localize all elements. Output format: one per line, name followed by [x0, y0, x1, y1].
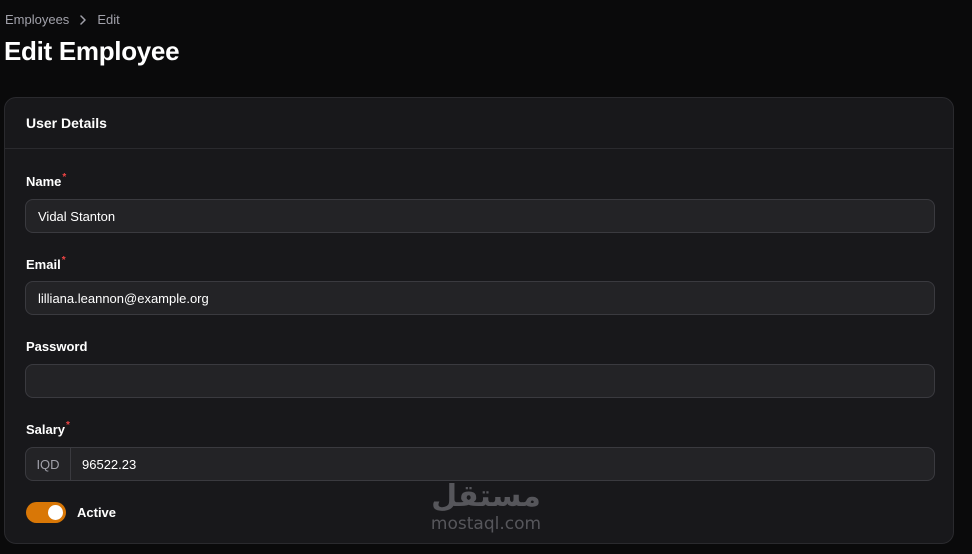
active-toggle[interactable] [26, 502, 66, 523]
toggle-knob [48, 505, 63, 520]
salary-required-marker: * [66, 420, 70, 431]
active-toggle-row: Active [26, 502, 116, 523]
email-input[interactable] [25, 281, 935, 315]
name-label: Name* [26, 172, 67, 189]
salary-label: Salary* [26, 420, 70, 437]
salary-input[interactable] [71, 448, 934, 480]
name-required-marker: * [62, 172, 67, 183]
breadcrumb-current: Edit [97, 12, 120, 27]
salary-label-text: Salary [26, 422, 66, 437]
currency-prefix: IQD [26, 448, 71, 480]
chevron-right-icon [79, 14, 87, 25]
name-input[interactable] [25, 199, 935, 233]
email-label-text: Email [26, 257, 61, 272]
salary-field: IQD [25, 447, 935, 481]
password-label: Password [26, 339, 88, 354]
user-details-card: User Details Name* Email* Password Salar… [4, 97, 954, 544]
card-header: User Details [5, 98, 953, 149]
section-title: User Details [26, 115, 107, 131]
name-label-text: Name [26, 174, 62, 189]
breadcrumb-employees-link[interactable]: Employees [5, 12, 69, 27]
password-input[interactable] [25, 364, 935, 398]
email-required-marker: * [61, 255, 66, 266]
email-label: Email* [26, 255, 66, 272]
active-label: Active [77, 505, 117, 520]
page-title: Edit Employee [4, 36, 180, 66]
breadcrumb: Employees Edit [5, 12, 120, 27]
